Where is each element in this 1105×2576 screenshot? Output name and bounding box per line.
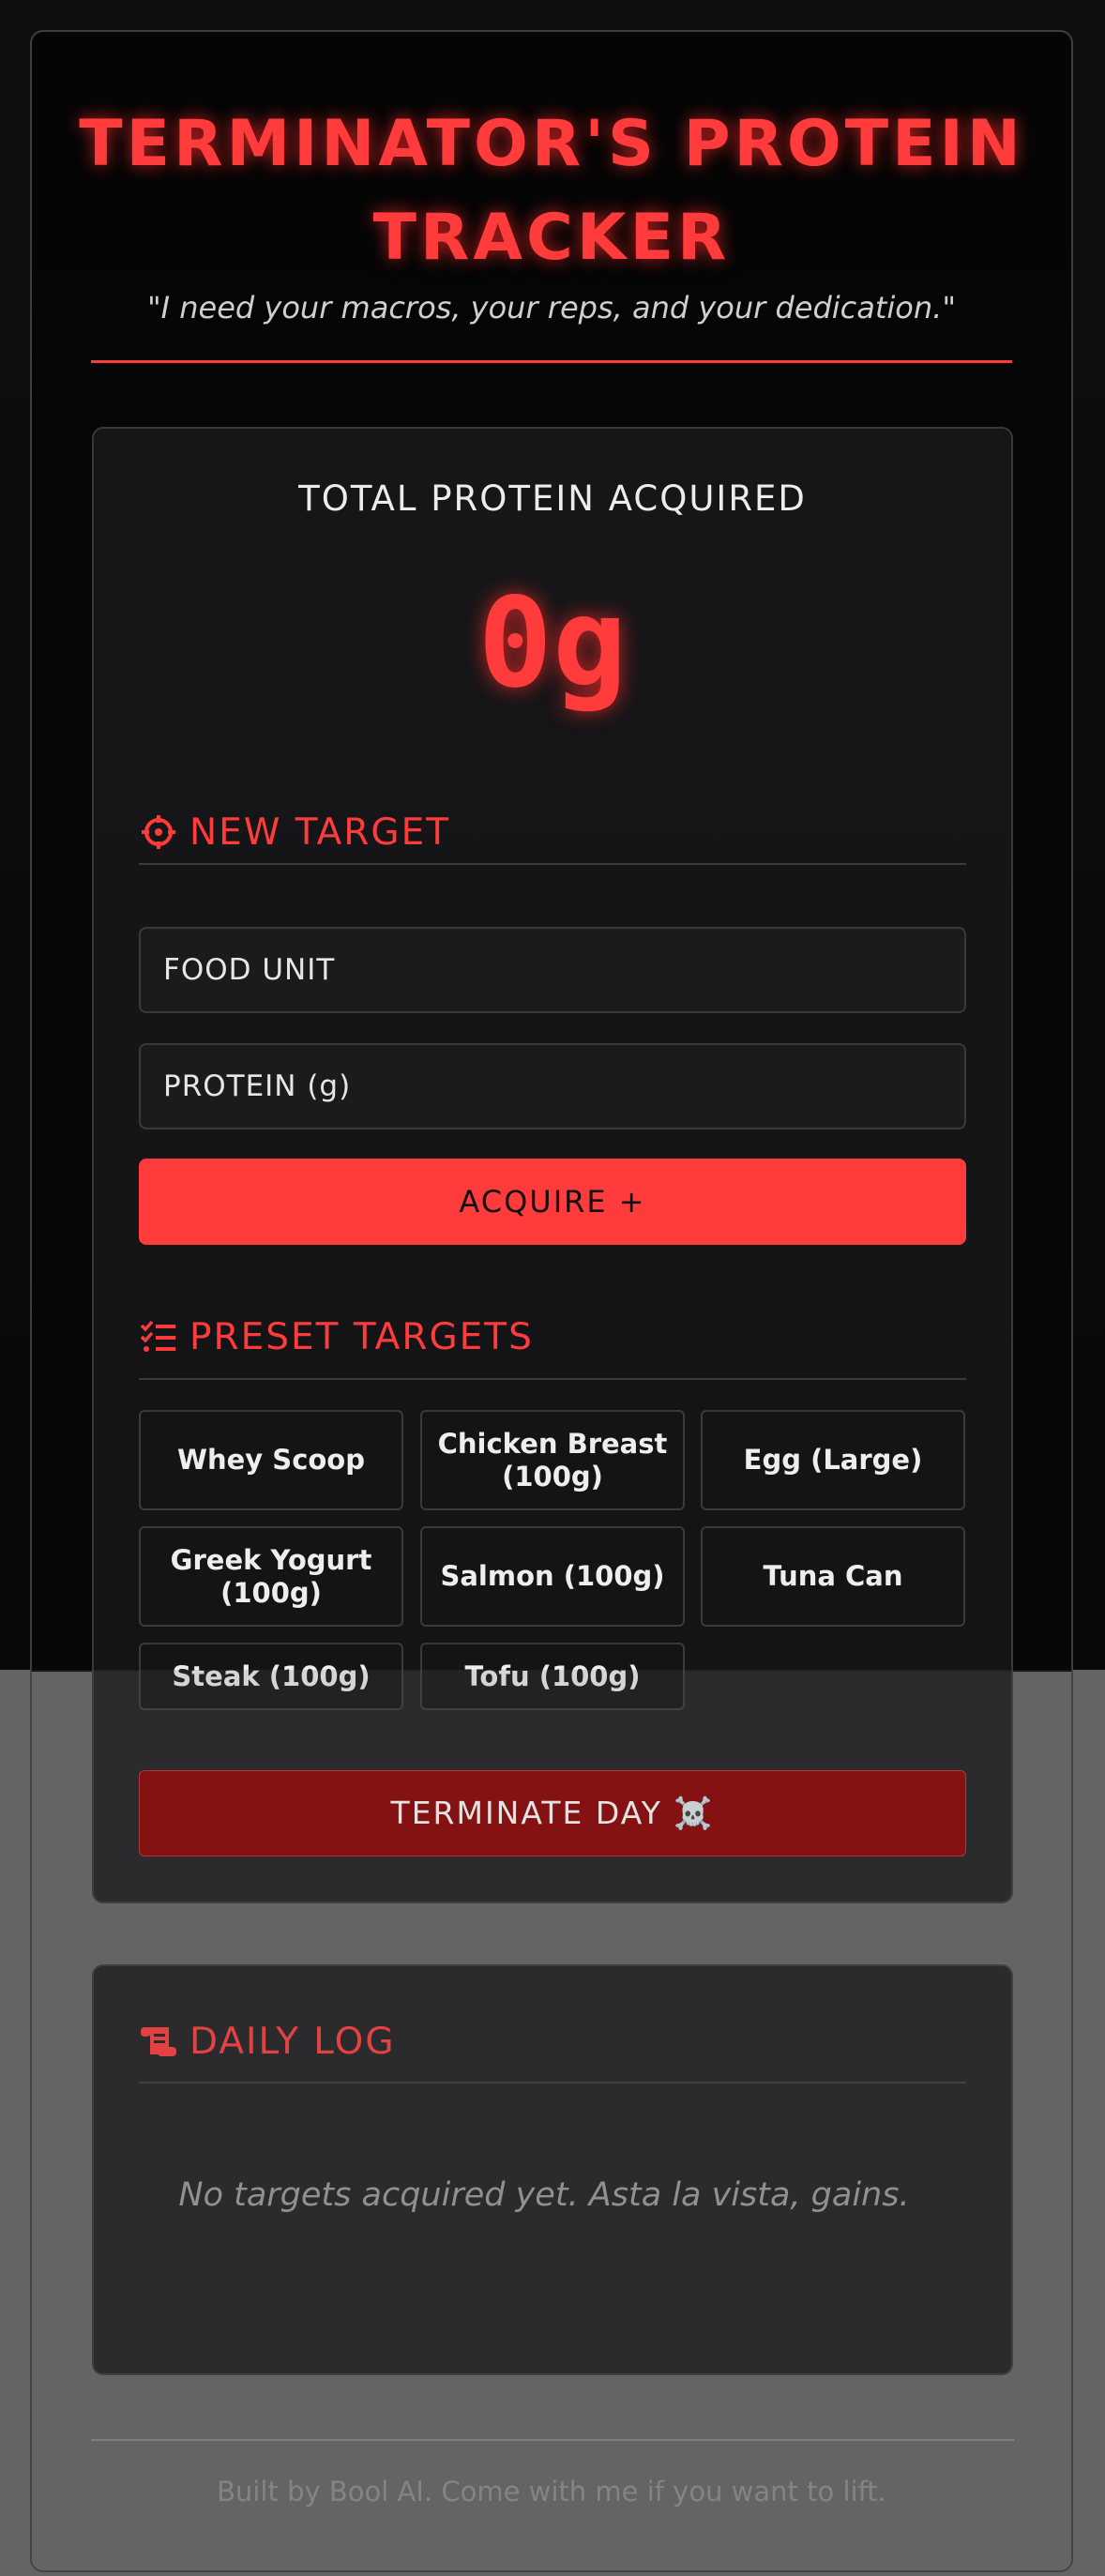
preset-targets-divider <box>139 1378 966 1380</box>
total-protein-value: 0g <box>477 571 628 716</box>
preset-targets-heading: PRESET TARGETS <box>139 1306 966 1368</box>
page-title: TERMINATOR'S PROTEIN TRACKER <box>79 107 1024 275</box>
food-unit-input[interactable] <box>139 927 966 1013</box>
preset-chicken-breast[interactable]: Chicken Breast (100g) <box>420 1410 685 1510</box>
preset-targets-heading-text: PRESET TARGETS <box>189 1315 534 1358</box>
new-target-heading: NEW TARGET <box>139 801 966 863</box>
preset-greek-yogurt[interactable]: Greek Yogurt (100g) <box>139 1526 403 1627</box>
scroll-icon <box>139 2022 178 2061</box>
daily-log-divider <box>139 2082 966 2084</box>
preset-egg-large[interactable]: Egg (Large) <box>701 1410 965 1510</box>
page-subtitle: "I need your macros, your reps, and your… <box>146 290 957 326</box>
protein-grams-input[interactable] <box>139 1043 966 1129</box>
preset-tuna-can[interactable]: Tuna Can <box>701 1526 965 1627</box>
preset-tofu[interactable]: Tofu (100g) <box>420 1643 685 1710</box>
daily-log-empty-message: No targets acquired yet. Asta la vista, … <box>178 2176 910 2214</box>
new-target-heading-text: NEW TARGET <box>189 811 451 854</box>
checklist-icon <box>139 1317 178 1356</box>
preset-salmon[interactable]: Salmon (100g) <box>420 1526 685 1627</box>
daily-log-heading: DAILY LOG <box>139 2010 966 2072</box>
header-divider <box>91 360 1012 363</box>
total-protein-label: TOTAL PROTEIN ACQUIRED <box>298 478 807 519</box>
crosshair-icon <box>139 812 178 852</box>
acquire-button[interactable]: ACQUIRE + <box>139 1159 966 1245</box>
new-target-divider <box>139 863 966 865</box>
preset-steak[interactable]: Steak (100g) <box>139 1643 403 1710</box>
daily-log-heading-text: DAILY LOG <box>189 2020 396 2063</box>
footer-text: Built by Bool AI. Come with me if you wa… <box>217 2476 886 2508</box>
terminate-day-button[interactable]: TERMINATE DAY ☠️ <box>139 1770 966 1856</box>
footer-divider <box>91 2439 1014 2441</box>
preset-whey-scoop[interactable]: Whey Scoop <box>139 1410 403 1510</box>
